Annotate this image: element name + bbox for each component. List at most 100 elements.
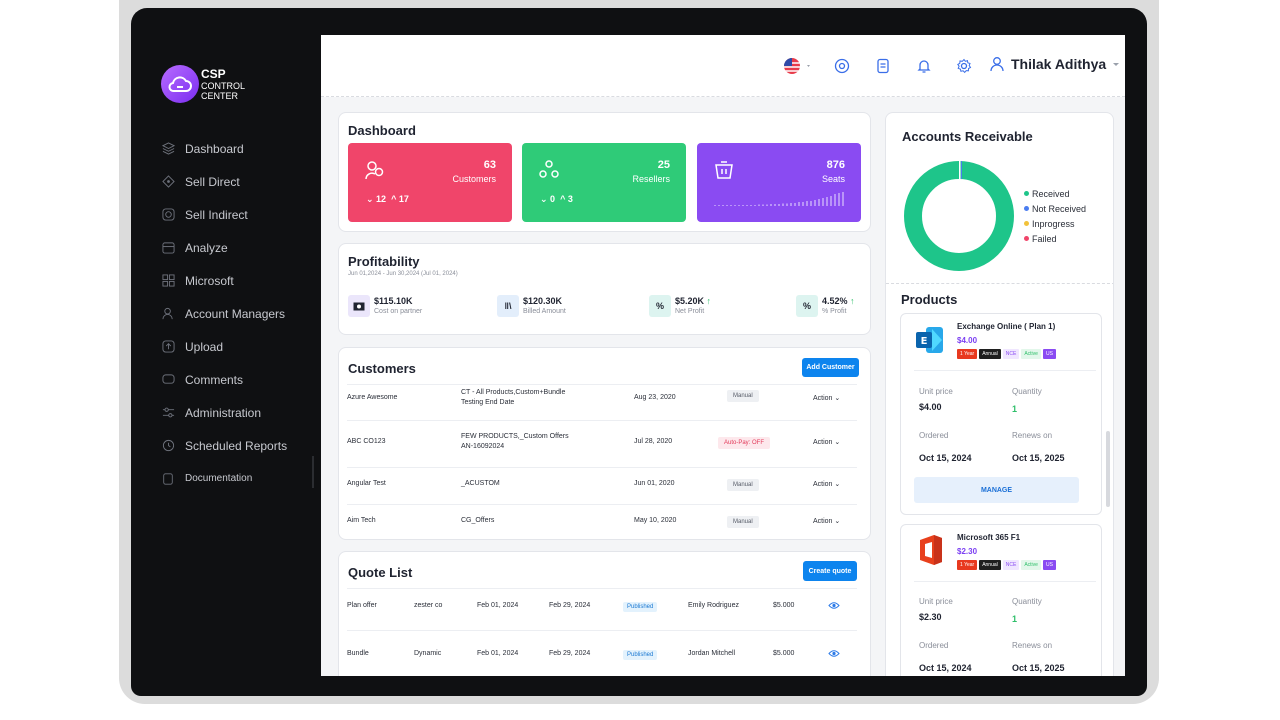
action-menu[interactable]: Action ⌄ [813,517,840,525]
chevron-down-icon: ⌄ [832,518,841,525]
legend-label: Failed [1032,233,1057,244]
product-divider [914,370,1096,371]
brand-line-3: CENTER [201,90,239,101]
sidebar-scrollbar[interactable] [312,456,314,488]
create-quote-button[interactable]: Create quote [803,561,857,581]
legend-dot [1024,236,1029,241]
view-eye-icon[interactable] [828,601,840,612]
arrow-up-icon: ↑ [706,296,712,306]
sidebar-item-sell-indirect[interactable]: Sell Indirect [131,198,321,231]
renews-value: Oct 15, 2025 [1012,663,1065,673]
tag-billing: Annual [979,349,1001,359]
chevron-down-icon: ⌄ [832,481,841,488]
table-row[interactable]: Angular Test _ACUSTOM Jun 01, 2020 Manua… [347,479,857,500]
action-menu[interactable]: Action ⌄ [813,438,840,446]
section-divider [886,283,1113,284]
tag-region: US [1042,349,1056,359]
right-panel: Accounts Receivable Received Not Receive… [885,112,1114,676]
action-label: Action [813,439,833,446]
add-customer-button[interactable]: Add Customer [802,358,859,377]
stat-up: 3 [567,194,573,204]
percent-icon: % [796,295,818,317]
quote-list-title: Quote List [348,565,413,580]
sidebar-item-upload[interactable]: Upload [131,330,321,363]
manage-button[interactable]: MANAGE [914,477,1079,503]
renews-label: Renews on [1012,431,1053,440]
receivable-legend: Received Not Received Inprogress Failed [1024,186,1086,246]
bell-icon[interactable] [915,57,933,75]
stat-down: 12 [376,194,387,204]
table-row[interactable]: Plan offer zester co Feb 01, 2024 Feb 29… [347,602,857,616]
quote-name: Bundle [347,650,369,657]
arrow-up-icon: ↑ [850,296,855,306]
quantity-value: 1 [1012,404,1018,414]
customer-plan: CG_Offers [461,517,495,524]
sidebar-item-account-managers[interactable]: Account Managers [131,297,321,330]
action-menu[interactable]: Action ⌄ [813,480,840,488]
customer-plan-line2: Testing End Date [461,399,515,406]
support-icon[interactable] [833,57,851,75]
sidebar-item-documentation[interactable]: Documentation [131,462,321,495]
product-tags: 1 Year Annual NCE Active US [957,349,1056,359]
product-tags: 1 Year Annual NCE Active US [957,560,1056,570]
row-divider [347,630,857,631]
table-row[interactable]: Azure Awesome CT - All Products,Custom+B… [347,389,857,422]
user-menu[interactable]: Thilak Adithya [989,56,1122,72]
sidebar-item-microsoft[interactable]: Microsoft [131,264,321,297]
user-icon [161,307,175,321]
tag-billing: Annual [979,560,1001,570]
stat-customers[interactable]: 63 Customers ⌄ 12 ^ 17 [348,143,512,222]
table-row[interactable]: Bundle Dynamic Feb 01, 2024 Feb 29, 2024… [347,650,857,664]
clock-icon [161,439,175,453]
stat-value: 25 [657,159,670,171]
ordered-value: Oct 15, 2024 [919,663,972,673]
action-menu[interactable]: Action ⌄ [813,394,840,402]
sidebar-item-comments[interactable]: Comments [131,363,321,396]
brand-logo[interactable]: CSP CONTROL CENTER [161,65,245,103]
sidebar-item-dashboard[interactable]: Dashboard [131,132,321,165]
view-eye-icon[interactable] [828,649,840,660]
sidebar-item-administration[interactable]: Administration [131,396,321,429]
receivable-donut-chart [904,161,1014,271]
svg-text:E: E [921,336,928,347]
office-logo-icon [920,535,942,565]
sidebar-item-scheduled-reports[interactable]: Scheduled Reports [131,429,321,462]
status-badge: Auto-Pay: OFF [718,437,771,449]
stat-resellers[interactable]: 25 Resellers ⌄ 0 ^ 3 [522,143,686,222]
table-row[interactable]: Aim Tech CG_Offers May 10, 2020 Manual A… [347,516,857,537]
quote-name: Plan offer [347,602,377,609]
user-icon [990,57,1004,72]
status-badge: Manual [727,479,759,491]
sidebar-item-label: Sell Direct [185,174,240,189]
sidebar-item-label: Dashboard [185,141,244,156]
product-price: $2.30 [957,547,978,556]
stat-label: Seats [821,174,845,184]
product-divider [914,581,1096,582]
quote-start: Feb 01, 2024 [477,602,519,609]
quantity-label: Quantity [1012,387,1042,396]
stat-seats[interactable]: 876 Seats [697,143,861,222]
quote-end: Feb 29, 2024 [549,650,591,657]
notes-icon[interactable] [874,57,892,75]
tag-nce: NCE [1002,560,1020,570]
row-divider [347,588,857,589]
barcode-icon: ‖\ [497,295,519,317]
grid-icon [161,274,175,288]
sidebar-item-analyze[interactable]: Analyze [131,231,321,264]
table-row[interactable]: ABC CO123 FEW PRODUCTS,_Custom Offers AN-… [347,433,857,466]
stat-value: 63 [483,159,496,171]
gear-icon[interactable] [955,57,973,75]
unit-price-value: $2.30 [919,612,942,622]
row-divider [347,467,857,468]
unit-price-label: Unit price [919,387,953,396]
sidebar-item-sell-direct[interactable]: Sell Direct [131,165,321,198]
document-icon [161,472,175,486]
exchange-logo-icon: E [916,327,943,353]
comment-icon [161,373,175,387]
sidebar-nav: Dashboard Sell Direct Sell Indirect Anal… [131,132,321,495]
language-selector[interactable] [783,57,813,75]
renews-label: Renews on [1012,641,1053,650]
product-name: Microsoft 365 F1 [957,533,1021,542]
products-scrollbar[interactable] [1106,431,1110,507]
quote-owner: Emily Rodriguez [688,602,739,609]
